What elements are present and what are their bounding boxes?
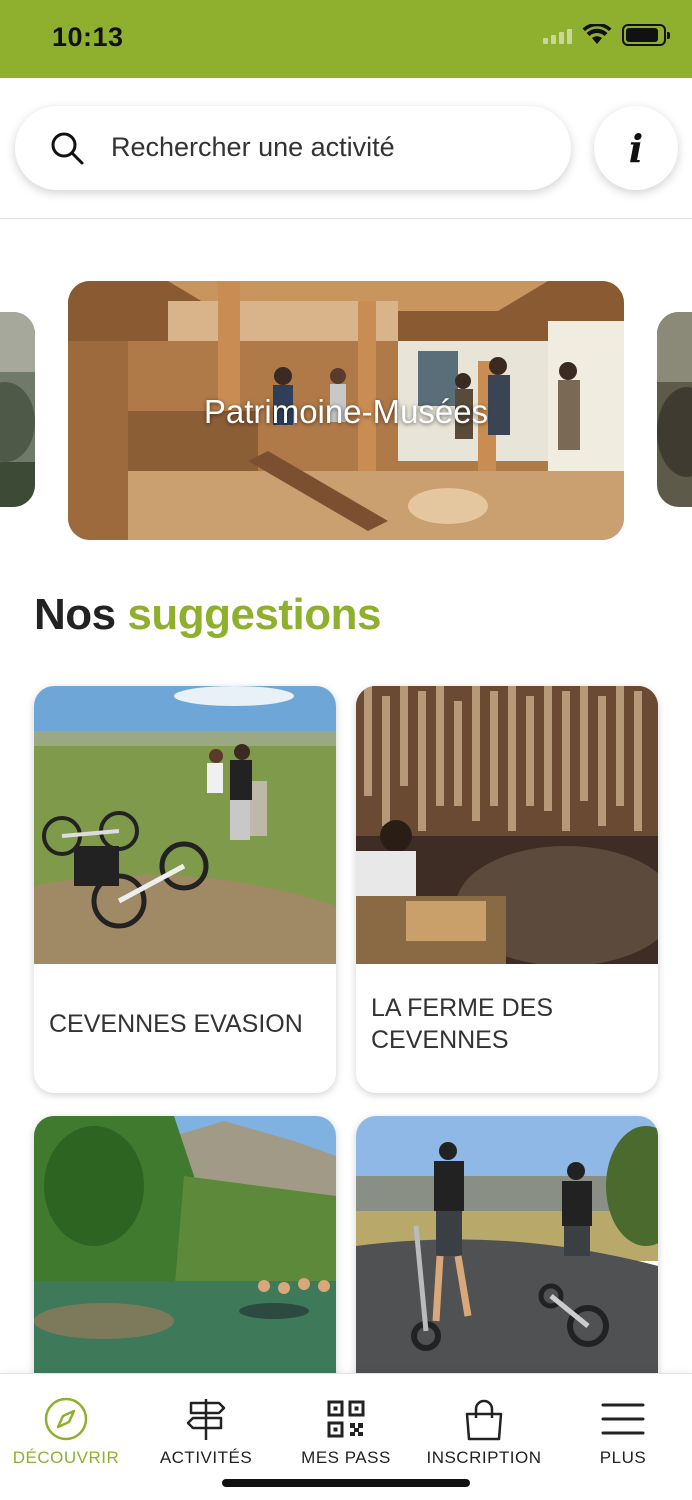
- status-time: 10:13: [52, 22, 124, 52]
- carousel-card-previous[interactable]: [0, 312, 35, 507]
- suggestion-image: [356, 1116, 658, 1394]
- carousel-next-image: [657, 312, 692, 507]
- tab-inscription[interactable]: INSCRIPTION: [414, 1374, 554, 1474]
- tab-label: INSCRIPTION: [426, 1448, 542, 1467]
- suggestion-card[interactable]: [34, 1116, 336, 1416]
- signpost-icon: [186, 1399, 226, 1440]
- battery-icon: [622, 24, 670, 46]
- info-icon: i: [628, 125, 644, 171]
- status-bar: 10:13: [0, 0, 692, 78]
- suggestion-image: [34, 1116, 336, 1394]
- carousel-card-patrimoine[interactable]: Patrimoine-Musées: [68, 281, 624, 540]
- cellular-signal-icon: [543, 26, 572, 44]
- tab-label: DÉCOUVRIR: [12, 1448, 120, 1467]
- info-button[interactable]: i: [594, 106, 678, 190]
- carousel-card-next[interactable]: [657, 312, 692, 507]
- suggestion-card[interactable]: [356, 1116, 658, 1416]
- section-title-prefix: Nos: [34, 590, 116, 639]
- search-icon: [51, 132, 84, 165]
- wifi-icon: [582, 24, 612, 44]
- suggestion-card[interactable]: CEVENNES EVASION: [34, 686, 336, 1093]
- menu-icon: [601, 1403, 645, 1435]
- tab-decouvrir[interactable]: DÉCOUVRIR: [0, 1374, 136, 1474]
- suggestion-image: [34, 686, 336, 964]
- section-title: Nos suggestions: [34, 590, 382, 640]
- suggestion-title: LA FERME DES CEVENNES: [371, 994, 553, 1054]
- tab-activites[interactable]: ACTIVITÉS: [136, 1374, 276, 1474]
- tab-label: PLUS: [599, 1448, 647, 1467]
- tab-plus[interactable]: PLUS: [553, 1374, 692, 1474]
- section-title-accent: suggestions: [127, 590, 382, 639]
- carousel-previous-image: [0, 312, 35, 507]
- home-indicator: [222, 1479, 470, 1487]
- tab-label: ACTIVITÉS: [159, 1448, 253, 1467]
- search-input[interactable]: Rechercher une activité: [15, 106, 571, 190]
- shopping-bag-icon: [465, 1399, 503, 1441]
- search-placeholder: Rechercher une activité: [111, 132, 395, 162]
- suggestion-image: [356, 686, 658, 964]
- suggestion-title: CEVENNES EVASION: [49, 1010, 303, 1038]
- status-icons: [543, 24, 670, 46]
- carousel-label: Patrimoine-Musées: [203, 393, 489, 430]
- suggestion-card[interactable]: LA FERME DES CEVENNES: [356, 686, 658, 1093]
- tab-mes-pass[interactable]: MES PASS: [276, 1374, 416, 1474]
- tab-label: MES PASS: [301, 1448, 391, 1467]
- search-header: Rechercher une activité i: [0, 78, 692, 219]
- compass-icon: [44, 1397, 88, 1441]
- qr-code-icon: [327, 1400, 365, 1438]
